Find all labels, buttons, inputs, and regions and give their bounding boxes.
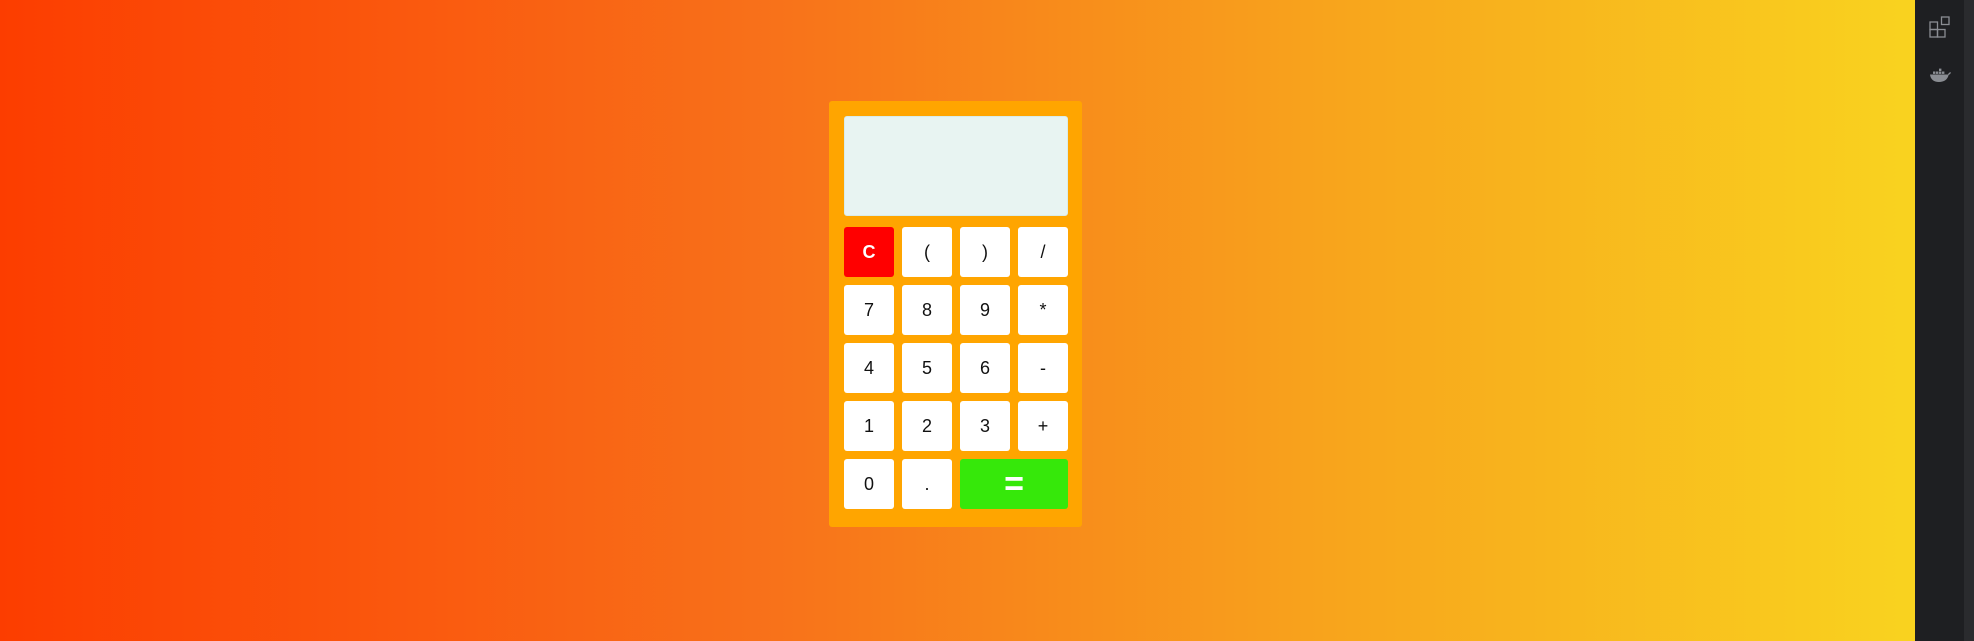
digit-3-button[interactable]: 3 [960,401,1010,451]
equals-button[interactable]: = [960,459,1068,509]
side-panel [1915,0,1964,641]
decimal-button[interactable]: . [902,459,952,509]
digit-5-button[interactable]: 5 [902,343,952,393]
digit-1-button[interactable]: 1 [844,401,894,451]
digit-4-button[interactable]: 4 [844,343,894,393]
divide-button[interactable]: / [1018,227,1068,277]
open-paren-button[interactable]: ( [902,227,952,277]
calculator-display[interactable] [844,116,1068,216]
page: C ( ) / 7 8 9 * 4 5 6 - 1 2 3 + 0 . = [0,0,1974,641]
multiply-button[interactable]: * [1018,285,1068,335]
docker-icon[interactable] [1927,62,1953,88]
page-background: C ( ) / 7 8 9 * 4 5 6 - 1 2 3 + 0 . = [0,0,1915,641]
close-paren-button[interactable]: ) [960,227,1010,277]
digit-0-button[interactable]: 0 [844,459,894,509]
digit-8-button[interactable]: 8 [902,285,952,335]
digit-7-button[interactable]: 7 [844,285,894,335]
extensions-icon[interactable] [1927,14,1953,40]
digit-6-button[interactable]: 6 [960,343,1010,393]
clear-button[interactable]: C [844,227,894,277]
minus-button[interactable]: - [1018,343,1068,393]
digit-9-button[interactable]: 9 [960,285,1010,335]
side-panel-edge [1964,0,1974,641]
plus-button[interactable]: + [1018,401,1068,451]
digit-2-button[interactable]: 2 [902,401,952,451]
calculator: C ( ) / 7 8 9 * 4 5 6 - 1 2 3 + 0 . = [829,101,1082,527]
